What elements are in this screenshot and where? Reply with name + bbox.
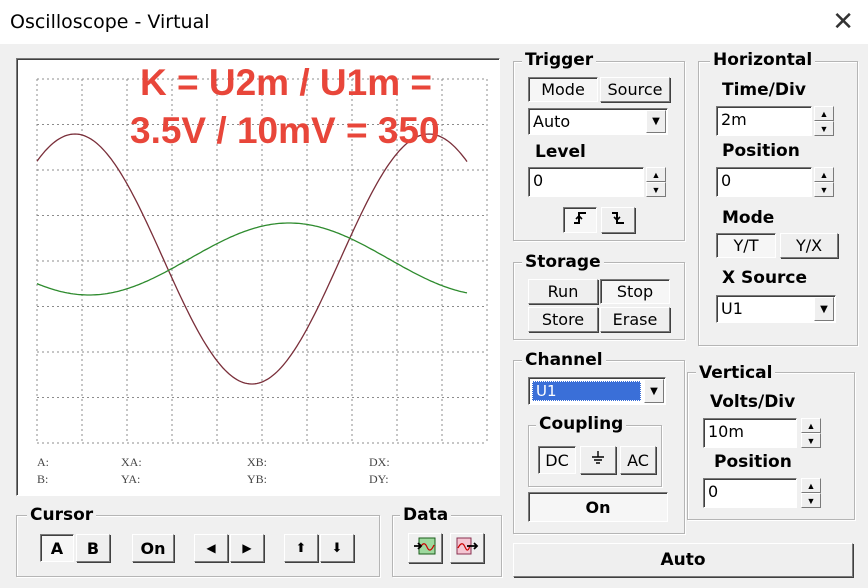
xsource-value: U1 — [721, 299, 743, 318]
spin-down-icon[interactable]: ▼ — [814, 121, 834, 136]
v-position-input[interactable]: 0 — [703, 478, 797, 508]
falling-edge-button[interactable] — [601, 207, 635, 233]
arrow-right-icon: ▶ — [242, 541, 252, 555]
v-position-value: 0 — [708, 482, 719, 501]
data-title: Data — [400, 505, 452, 525]
spin-down-icon[interactable]: ▼ — [801, 493, 821, 508]
v-position-spinner[interactable]: ▲ ▼ — [801, 478, 821, 508]
volts-div-input[interactable]: 10m — [703, 418, 797, 448]
title-bar: Oscilloscope - Virtual ✕ — [0, 0, 868, 44]
channel-on-button[interactable]: On — [528, 492, 668, 522]
rising-edge-button[interactable] — [563, 207, 597, 233]
chevron-down-icon[interactable]: ▼ — [646, 110, 666, 133]
xsource-select[interactable]: U1 ▼ — [716, 295, 836, 323]
volts-div-value: 10m — [708, 422, 744, 441]
channel-a-trace — [36, 133, 468, 385]
ya-readout: YA: — [121, 472, 141, 486]
volts-div-label: Volts/Div — [710, 392, 796, 412]
close-icon[interactable]: ✕ — [832, 6, 854, 37]
ac-coupling-button[interactable]: AC — [620, 446, 656, 474]
cursor-b-button[interactable]: B — [76, 534, 110, 562]
spin-up-icon[interactable]: ▲ — [814, 106, 834, 121]
time-div-value: 2m — [721, 110, 747, 129]
h-position-input[interactable]: 0 — [716, 167, 812, 197]
storage-title: Storage — [522, 252, 604, 272]
trigger-mode-select[interactable]: Auto ▼ — [528, 108, 668, 135]
store-button[interactable]: Store — [528, 307, 598, 332]
chevron-down-icon[interactable]: ▼ — [814, 297, 834, 321]
cursor-a-readout: A: — [37, 455, 49, 469]
h-position-spinner[interactable]: ▲ ▼ — [814, 167, 834, 197]
cursor-title: Cursor — [27, 505, 97, 525]
dx-readout: DX: — [369, 455, 390, 469]
volts-div-spinner[interactable]: ▲ ▼ — [801, 418, 821, 448]
annotation-line-2: 3.5V / 10mV = 350 — [130, 110, 440, 151]
cursor-up-button[interactable]: ⬆ — [284, 534, 318, 562]
spin-down-icon[interactable]: ▼ — [646, 182, 666, 197]
arrow-left-icon: ◀ — [206, 541, 216, 555]
vertical-title: Vertical — [696, 363, 776, 383]
dc-coupling-button[interactable]: DC — [538, 446, 576, 474]
xsource-label: X Source — [722, 268, 808, 288]
save-data-button[interactable] — [450, 533, 484, 563]
run-button[interactable]: Run — [528, 279, 598, 304]
oscilloscope-window: Oscilloscope - Virtual ✕ A: B: XA: YA: X… — [0, 0, 868, 588]
v-position-label: Position — [714, 452, 792, 472]
cursor-b-readout: B: — [37, 472, 49, 486]
arrow-down-icon: ⬇ — [331, 540, 343, 556]
channel-value: U1 — [532, 381, 641, 401]
cursor-left-button[interactable]: ◀ — [194, 534, 228, 562]
load-data-icon — [413, 536, 437, 560]
trigger-title: Trigger — [522, 50, 597, 70]
stop-button[interactable]: Stop — [600, 279, 670, 304]
auto-scale-button[interactable]: Auto — [513, 543, 853, 577]
spin-up-icon[interactable]: ▲ — [814, 167, 834, 182]
xb-readout: XB: — [247, 455, 268, 469]
xa-readout: XA: — [121, 455, 142, 469]
h-position-value: 0 — [721, 171, 732, 190]
yt-mode-button[interactable]: Y/T — [716, 233, 776, 258]
channel-title: Channel — [522, 350, 606, 370]
yx-mode-button[interactable]: Y/X — [780, 233, 838, 258]
trigger-level-input[interactable]: 0 — [528, 167, 644, 197]
trigger-level-spinner[interactable]: ▲ ▼ — [646, 167, 666, 197]
window-title: Oscilloscope - Virtual — [10, 11, 210, 33]
falling-edge-icon — [611, 210, 625, 230]
load-data-button[interactable] — [408, 533, 442, 563]
cursor-down-button[interactable]: ⬇ — [320, 534, 354, 562]
channel-select[interactable]: U1 ▼ — [528, 377, 666, 405]
time-div-input[interactable]: 2m — [716, 106, 812, 136]
tab-mode[interactable]: Mode — [528, 77, 598, 102]
channel-b-trace — [36, 222, 468, 296]
cursor-right-button[interactable]: ▶ — [230, 534, 264, 562]
trigger-level-value: 0 — [533, 171, 544, 190]
time-div-label: Time/Div — [722, 80, 806, 100]
erase-button[interactable]: Erase — [600, 307, 670, 332]
trigger-mode-value: Auto — [533, 112, 571, 131]
horizontal-title: Horizontal — [710, 50, 816, 70]
time-div-spinner[interactable]: ▲ ▼ — [814, 106, 834, 136]
h-position-label: Position — [722, 141, 800, 161]
arrow-up-icon: ⬆ — [295, 540, 307, 556]
cursor-on-button[interactable]: On — [132, 534, 174, 562]
save-data-icon — [455, 536, 479, 560]
ground-icon — [590, 450, 606, 470]
level-label: Level — [535, 142, 586, 162]
coupling-title: Coupling — [536, 414, 627, 434]
tab-source[interactable]: Source — [600, 77, 670, 102]
spin-down-icon[interactable]: ▼ — [814, 182, 834, 197]
chevron-down-icon[interactable]: ▼ — [644, 379, 664, 403]
gnd-coupling-button[interactable] — [580, 446, 616, 474]
h-mode-label: Mode — [722, 208, 775, 228]
dy-readout: DY: — [369, 472, 389, 486]
spin-up-icon[interactable]: ▲ — [646, 167, 666, 182]
annotation-line-1: K = U2m / U1m = — [140, 62, 433, 103]
spin-up-icon[interactable]: ▲ — [801, 478, 821, 493]
yb-readout: YB: — [247, 472, 268, 486]
cursor-a-button[interactable]: A — [40, 534, 74, 562]
rising-edge-icon — [573, 210, 587, 230]
spin-down-icon[interactable]: ▼ — [801, 433, 821, 448]
spin-up-icon[interactable]: ▲ — [801, 418, 821, 433]
